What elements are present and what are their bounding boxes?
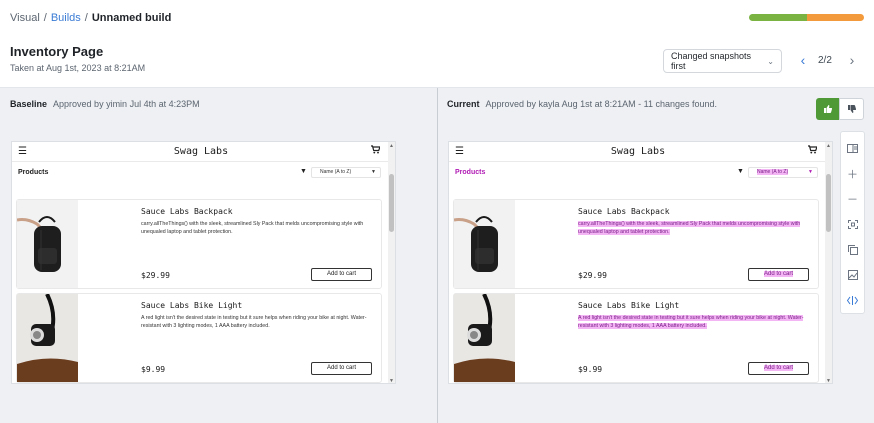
products-label: Products <box>455 169 486 176</box>
breadcrumb-builds[interactable]: Builds <box>51 12 81 24</box>
breadcrumb-current: Unnamed build <box>91 12 172 24</box>
scrollbar-thumb[interactable] <box>389 174 394 232</box>
filter-icon: ▼ <box>300 168 307 175</box>
changed-text-highlight: carry.allTheThings() with the sleek, str… <box>578 221 801 235</box>
snapshot-scrollbar[interactable]: ▲ ▼ <box>388 142 395 383</box>
product-price: $29.99 <box>141 271 170 280</box>
product-card: Sauce Labs Bike Light A red light isn't … <box>16 293 382 383</box>
diff-toggle-icon <box>847 295 858 305</box>
scroll-up-arrow-icon[interactable]: ▲ <box>388 143 395 149</box>
product-description: A red light isn't the desired state in t… <box>578 314 812 330</box>
snapshot-timestamp: Taken at Aug 1st, 2023 at 8:21AM <box>10 63 146 73</box>
fit-screen-icon <box>847 219 858 229</box>
build-progress-bar <box>749 14 864 21</box>
scroll-down-arrow-icon[interactable]: ▼ <box>388 378 395 383</box>
app-logo: Swag Labs <box>173 146 229 157</box>
scroll-up-arrow-icon[interactable]: ▲ <box>825 143 832 149</box>
product-description: carry.allTheThings() with the sleek, str… <box>578 220 812 236</box>
baseline-snapshot[interactable]: ☰ Swag Labs Products ▼ Name (A to Z) ▼ S… <box>11 141 396 384</box>
product-price: $9.99 <box>578 365 603 374</box>
zoom-in-button[interactable]: ＋ <box>843 161 863 186</box>
product-description: A red light isn't the desired state in t… <box>141 315 367 329</box>
progress-changed-segment <box>806 14 864 21</box>
app-header: ☰ Swag Labs <box>449 142 827 162</box>
copy-icon <box>847 244 858 255</box>
image-compare-icon <box>847 270 858 281</box>
zoom-out-button[interactable]: － <box>843 187 863 212</box>
scroll-down-arrow-icon[interactable]: ▼ <box>825 378 832 383</box>
thumbs-down-icon <box>847 105 856 113</box>
build-header: Visual / Builds / Unnamed build Inventor… <box>0 0 874 88</box>
bike-light-image <box>17 294 78 382</box>
products-bar: Products ▼ Name (A to Z) ▼ <box>12 163 390 182</box>
split-view-button[interactable] <box>843 136 863 161</box>
fit-screen-button[interactable] <box>843 212 863 237</box>
app-header: ☰ Swag Labs <box>12 142 390 162</box>
changed-text-highlight: Add to cart <box>763 271 793 277</box>
current-title: Current <box>447 99 480 109</box>
breadcrumb: Visual / Builds / Unnamed build <box>10 12 171 24</box>
product-card: Sauce Labs Bike Light A red light isn't … <box>453 293 819 383</box>
product-card: Sauce Labs Backpack carry.allTheThings()… <box>453 199 819 289</box>
add-to-cart-button: Add to cart <box>311 362 372 375</box>
snapshot-pager: 2/2 <box>818 55 832 66</box>
add-to-cart-button: Add to cart <box>748 362 809 375</box>
breadcrumb-separator: / <box>43 12 47 24</box>
changed-text-highlight: Add to cart <box>763 365 793 371</box>
product-card: Sauce Labs Backpack carry.allTheThings()… <box>16 199 382 289</box>
view-toolbar: ＋ － <box>840 131 865 314</box>
cart-icon <box>808 145 818 157</box>
snapshot-sort-select[interactable]: Changed snapshots first ⌄ <box>663 49 782 73</box>
prev-snapshot-button[interactable]: ‹ <box>796 53 810 67</box>
baseline-title: Baseline <box>10 99 48 109</box>
add-to-cart-button: Add to cart <box>311 268 372 281</box>
cart-icon <box>371 145 381 157</box>
copy-button[interactable] <box>843 237 863 262</box>
split-view-icon <box>847 144 858 154</box>
product-name: Sauce Labs Backpack <box>141 207 233 216</box>
current-snapshot[interactable]: ☰ Swag Labs Products ▼ Name (A to Z) ▼ S… <box>448 141 833 384</box>
baseline-header: Baseline Approved by yimin Jul 4th at 4:… <box>10 99 200 109</box>
product-description: carry.allTheThings() with the sleek, str… <box>141 221 364 235</box>
add-to-cart-button: Add to cart <box>748 268 809 281</box>
breadcrumb-separator: / <box>84 12 88 24</box>
backpack-image <box>454 200 515 288</box>
breadcrumb-visual[interactable]: Visual <box>10 12 40 24</box>
current-meta: Approved by kayla Aug 1st at 8:21AM - 11… <box>485 99 717 109</box>
chevron-down-icon: ⌄ <box>767 56 774 66</box>
image-compare-button[interactable] <box>843 262 863 287</box>
product-sort-select: Name (A to Z) ▼ <box>311 167 381 178</box>
product-sort-value: Name (A to Z) <box>320 169 352 175</box>
progress-approved-segment <box>749 14 807 21</box>
zoom-in-icon: ＋ <box>847 168 858 181</box>
snapshot-sort-value: Changed snapshots first <box>671 51 752 71</box>
backpack-image <box>17 200 78 288</box>
chevron-down-icon: ▼ <box>808 169 813 175</box>
product-sort-value: Name (A to Z) <box>757 169 789 175</box>
chevron-down-icon: ▼ <box>371 169 376 175</box>
current-header: Current Approved by kayla Aug 1st at 8:2… <box>447 99 717 109</box>
snapshot-scrollbar[interactable]: ▲ ▼ <box>825 142 832 383</box>
approve-button[interactable] <box>816 98 839 120</box>
page-title: Inventory Page <box>10 44 104 59</box>
diff-toggle-button[interactable] <box>843 288 863 313</box>
app-logo: Swag Labs <box>610 146 666 157</box>
product-price: $9.99 <box>141 365 166 374</box>
next-snapshot-button[interactable]: › <box>845 53 859 67</box>
scrollbar-thumb[interactable] <box>826 174 831 232</box>
product-name: Sauce Labs Backpack <box>578 207 670 216</box>
zoom-out-icon: － <box>847 194 858 207</box>
product-price: $29.99 <box>578 271 607 280</box>
filter-icon: ▼ <box>737 168 744 175</box>
thumbs-up-icon <box>823 105 832 113</box>
product-name: Sauce Labs Bike Light <box>141 301 243 310</box>
baseline-meta: Approved by yimin Jul 4th at 4:23PM <box>53 99 200 109</box>
product-name: Sauce Labs Bike Light <box>578 301 680 310</box>
bike-light-image <box>454 294 515 382</box>
products-label: Products <box>18 169 49 176</box>
products-bar: Products ▼ Name (A to Z) ▼ <box>449 163 827 182</box>
product-sort-select: Name (A to Z) ▼ <box>748 167 818 178</box>
changed-text-highlight: A red light isn't the desired state in t… <box>578 315 804 329</box>
reject-button[interactable] <box>839 98 864 120</box>
